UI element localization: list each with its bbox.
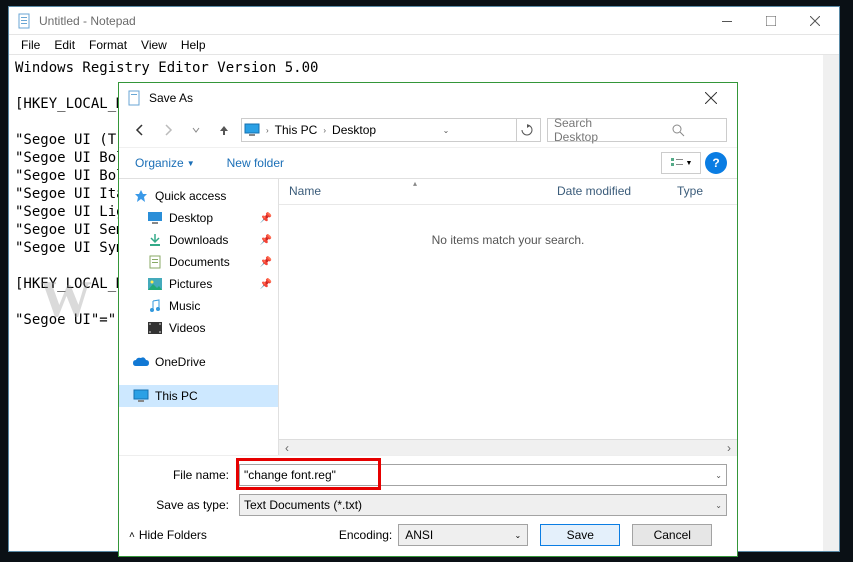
dialog-icon: [127, 90, 143, 106]
search-icon: [637, 122, 720, 138]
empty-message: No items match your search.: [279, 205, 737, 439]
nav-pictures[interactable]: Pictures📌: [119, 273, 278, 295]
documents-icon: [147, 254, 163, 270]
menu-format[interactable]: Format: [83, 38, 133, 52]
menu-file[interactable]: File: [15, 38, 46, 52]
star-icon: [133, 188, 149, 204]
search-input[interactable]: Search Desktop: [547, 118, 727, 142]
search-placeholder: Search Desktop: [554, 116, 637, 144]
nav-forward-button[interactable]: [157, 119, 179, 141]
pin-icon: 📌: [260, 213, 272, 224]
close-button[interactable]: [793, 7, 837, 35]
pc-icon: [244, 122, 260, 138]
music-icon: [147, 298, 163, 314]
chevron-right-icon[interactable]: ›: [264, 126, 271, 135]
breadcrumb-folder[interactable]: Desktop: [332, 123, 376, 137]
view-options-button[interactable]: ▼: [661, 152, 701, 174]
maximize-button[interactable]: [749, 7, 793, 35]
menu-edit[interactable]: Edit: [48, 38, 81, 52]
saveastype-combo[interactable]: Text Documents (*.txt) ⌄: [239, 494, 727, 516]
pin-icon: 📌: [260, 235, 272, 246]
chevron-down-icon[interactable]: ⌄: [515, 531, 522, 540]
pictures-icon: [147, 276, 163, 292]
chevron-down-icon[interactable]: ⌄: [715, 501, 722, 510]
nav-documents[interactable]: Documents📌: [119, 251, 278, 273]
notepad-icon: [17, 13, 33, 29]
nav-desktop[interactable]: Desktop📌: [119, 207, 278, 229]
list-horizontal-scrollbar[interactable]: ‹›: [279, 439, 737, 455]
nav-videos[interactable]: Videos: [119, 317, 278, 339]
nav-back-button[interactable]: [129, 119, 151, 141]
sort-arrow-icon: ▴: [413, 179, 417, 188]
cancel-button[interactable]: Cancel: [632, 524, 712, 546]
navigation-pane: Quick access Desktop📌 Downloads📌 Documen…: [119, 179, 279, 455]
list-header: Name▴ Date modified Type: [279, 179, 737, 205]
filename-label: File name:: [129, 468, 229, 482]
dialog-toolbar: Organize▼ New folder ▼ ?: [119, 147, 737, 179]
breadcrumb-pc[interactable]: This PC: [275, 123, 318, 137]
organize-button[interactable]: Organize▼: [129, 152, 201, 174]
dialog-navrow: › This PC › Desktop ⌄ Search Desktop: [119, 113, 737, 147]
menu-help[interactable]: Help: [175, 38, 212, 52]
notepad-menubar: File Edit Format View Help: [9, 35, 839, 55]
col-date[interactable]: Date modified: [547, 179, 667, 204]
saveastype-value: Text Documents (*.txt): [244, 498, 362, 512]
save-as-dialog: Save As › This PC › Desktop ⌄ Search Des…: [118, 82, 738, 557]
filename-combo[interactable]: ⌄: [239, 464, 727, 486]
nav-thispc[interactable]: This PC: [119, 385, 278, 407]
nav-onedrive[interactable]: OneDrive: [119, 351, 278, 373]
downloads-icon: [147, 232, 163, 248]
chevron-down-icon[interactable]: ⌄: [715, 471, 722, 480]
help-button[interactable]: ?: [705, 152, 727, 174]
hide-folders-button[interactable]: ˄Hide Folders: [129, 528, 207, 542]
minimize-button[interactable]: [705, 7, 749, 35]
save-button[interactable]: Save: [540, 524, 620, 546]
address-bar[interactable]: › This PC › Desktop ⌄: [241, 118, 541, 142]
refresh-button[interactable]: [516, 119, 538, 141]
scroll-right-icon[interactable]: ›: [721, 441, 737, 455]
col-type[interactable]: Type: [667, 179, 737, 204]
notepad-scrollbar[interactable]: [823, 55, 839, 551]
desktop-icon: [147, 210, 163, 226]
encoding-select[interactable]: ANSI⌄: [398, 524, 528, 546]
nav-music[interactable]: Music: [119, 295, 278, 317]
col-name[interactable]: Name▴: [279, 179, 547, 204]
dialog-close-button[interactable]: [691, 84, 731, 112]
saveastype-label: Save as type:: [129, 498, 229, 512]
dialog-title: Save As: [149, 91, 691, 105]
nav-up-button[interactable]: [213, 119, 235, 141]
menu-view[interactable]: View: [135, 38, 173, 52]
file-list-area: Name▴ Date modified Type No items match …: [279, 179, 737, 455]
encoding-label: Encoding:: [339, 528, 392, 542]
pin-icon: 📌: [260, 257, 272, 268]
nav-downloads[interactable]: Downloads📌: [119, 229, 278, 251]
scroll-left-icon[interactable]: ‹: [279, 441, 295, 455]
notepad-title: Untitled - Notepad: [39, 14, 705, 28]
dialog-titlebar[interactable]: Save As: [119, 83, 737, 113]
videos-icon: [147, 320, 163, 336]
nav-recent-dropdown[interactable]: [185, 119, 207, 141]
nav-quick-access[interactable]: Quick access: [119, 185, 278, 207]
onedrive-icon: [133, 354, 149, 370]
dialog-bottom: File name: ⌄ Save as type: Text Document…: [119, 455, 737, 556]
pc-icon: [133, 388, 149, 404]
chevron-right-icon[interactable]: ›: [321, 126, 328, 135]
pin-icon: 📌: [260, 279, 272, 290]
notepad-titlebar[interactable]: Untitled - Notepad: [9, 7, 839, 35]
addr-dropdown-icon[interactable]: ⌄: [441, 126, 452, 135]
filename-input[interactable]: [244, 468, 715, 482]
newfolder-button[interactable]: New folder: [221, 152, 290, 174]
chevron-up-icon: ˄: [129, 530, 135, 541]
